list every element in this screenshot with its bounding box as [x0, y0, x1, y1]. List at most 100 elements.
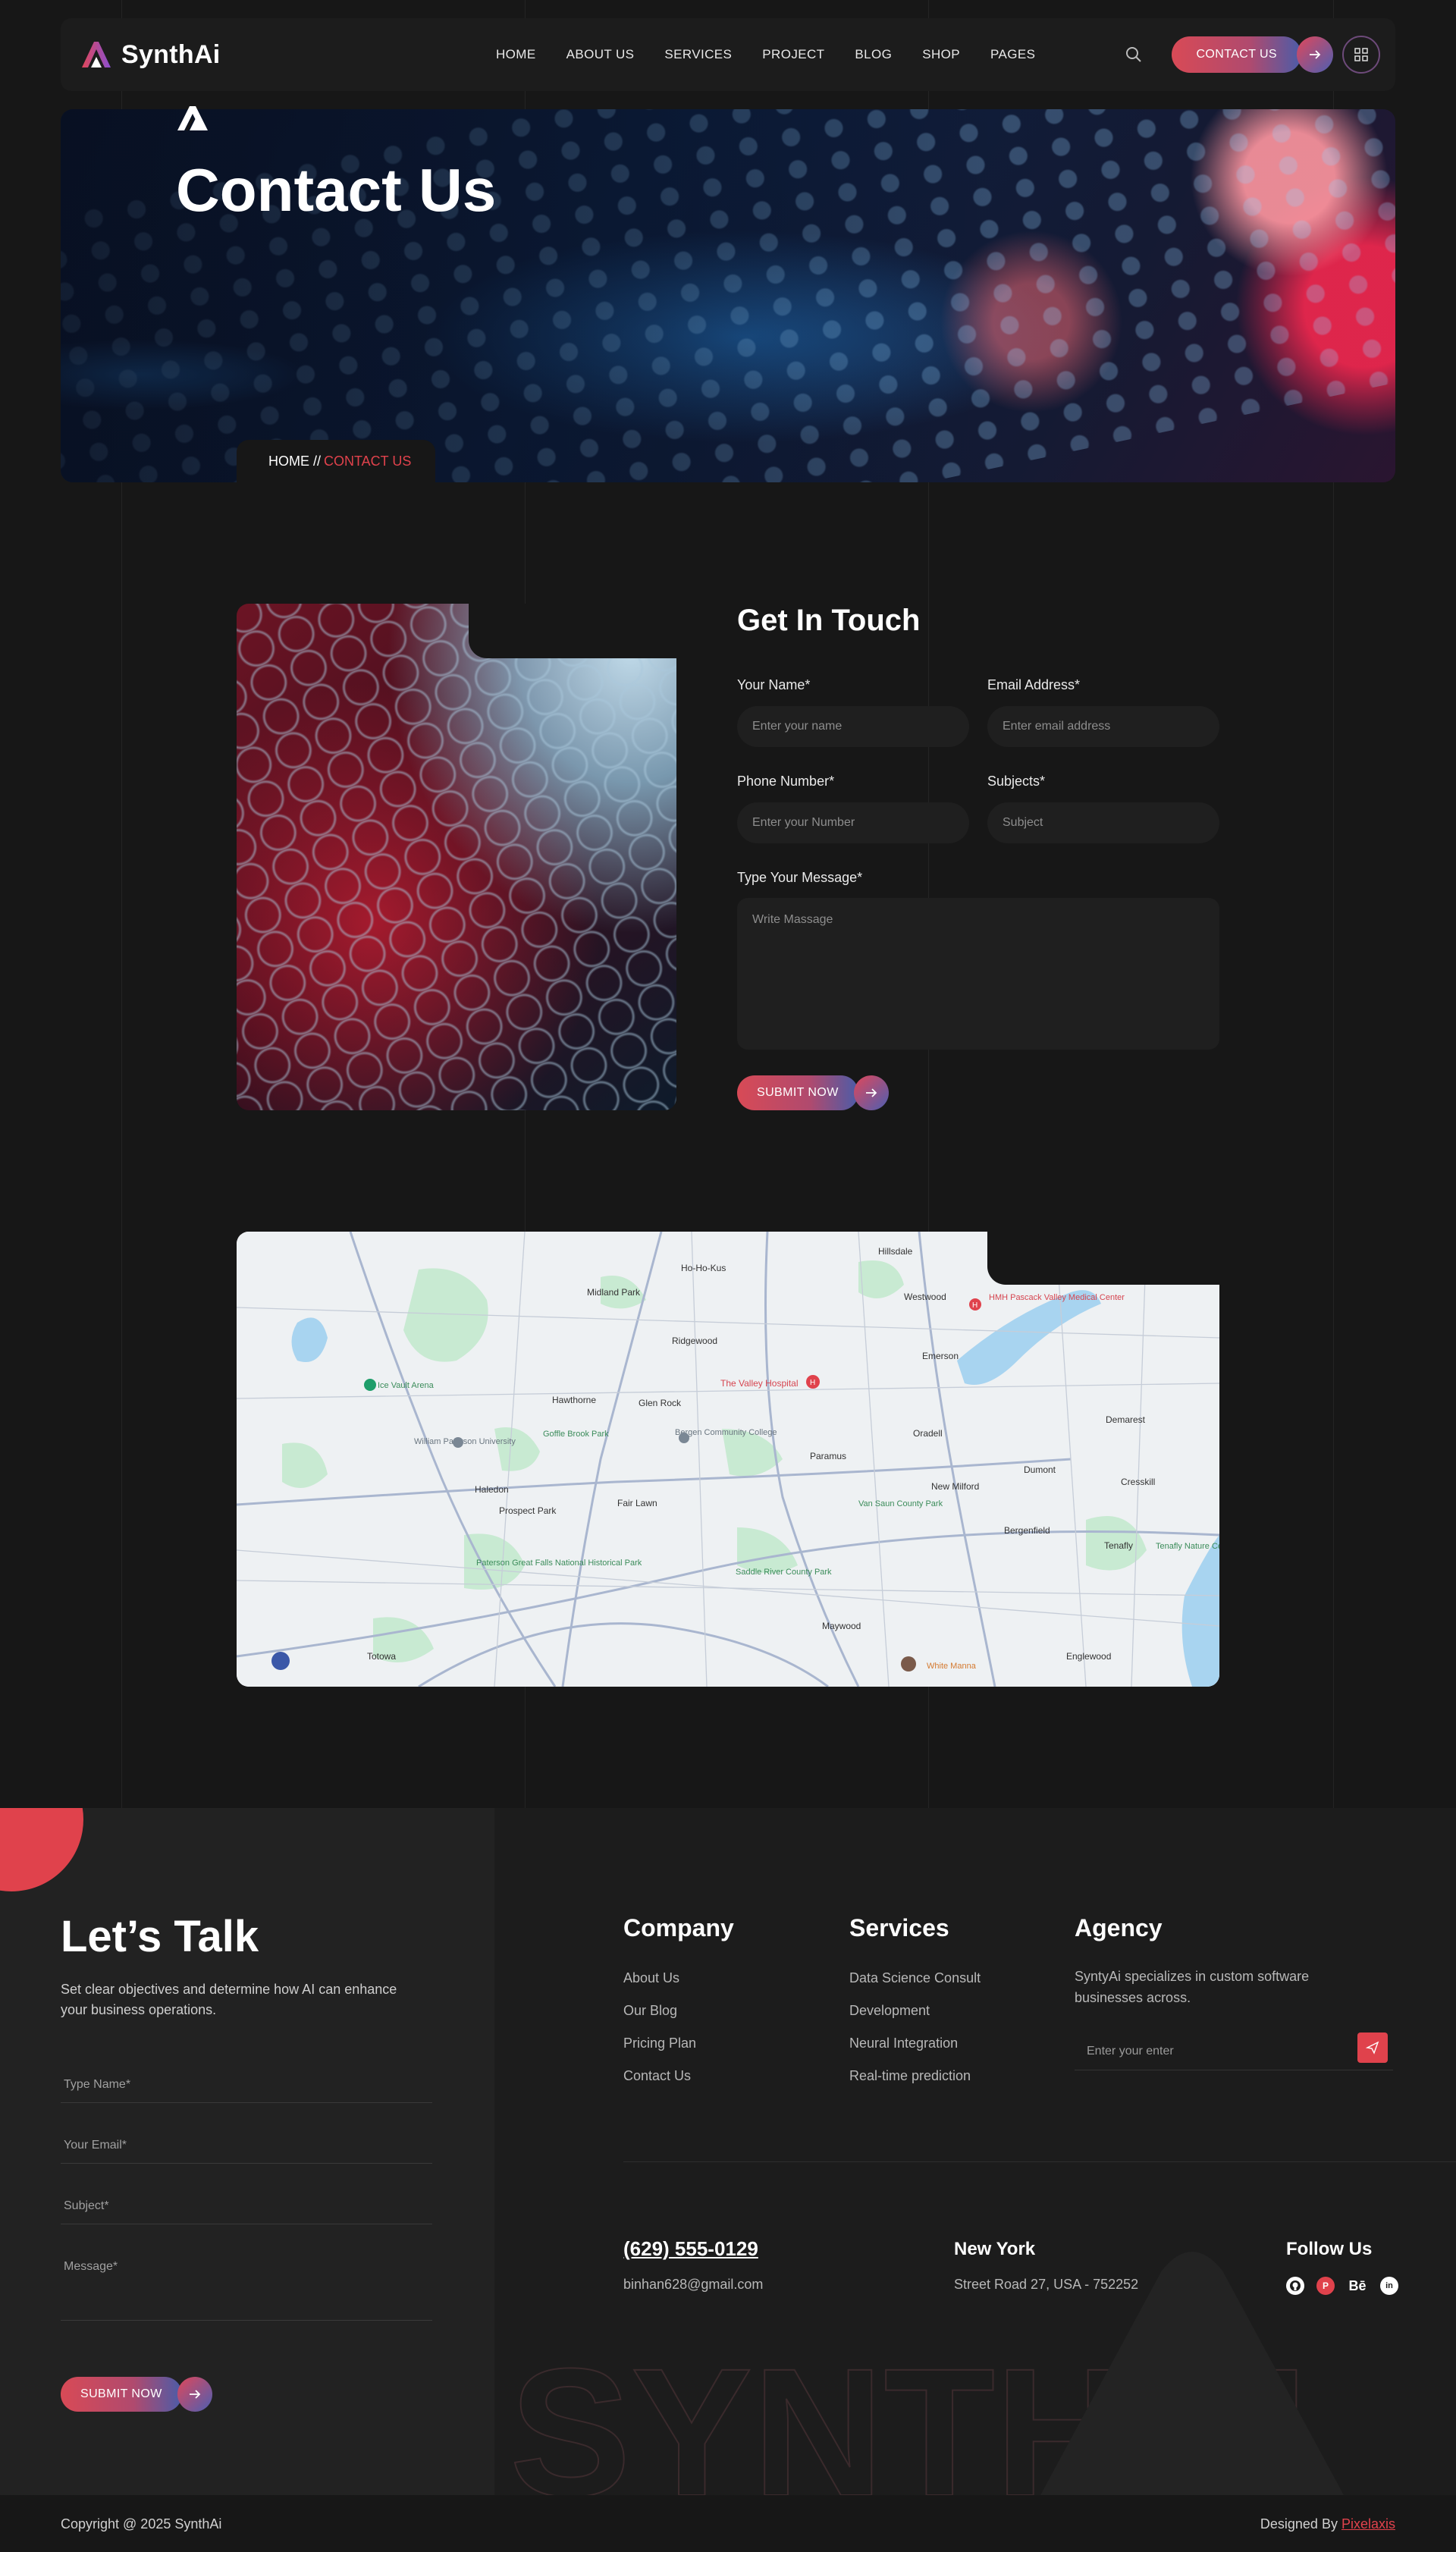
footer-link-data-science[interactable]: Data Science Consult: [849, 1970, 981, 1986]
behance-icon[interactable]: Bē: [1347, 2277, 1368, 2295]
address: Street Road 27, USA - 752252: [954, 2277, 1139, 2292]
nav-pages[interactable]: PAGES: [990, 47, 1035, 62]
map-label: Ice Vault Arena: [378, 1381, 435, 1390]
bottom-bar: Copyright @ 2025 SynthAi Designed By Pix…: [0, 2495, 1456, 2552]
message-textarea[interactable]: Write Massage: [737, 898, 1219, 1050]
logo-icon: [82, 42, 111, 67]
map-label: Ridgewood: [672, 1336, 717, 1346]
map-label: Haledon: [475, 1484, 509, 1495]
map-label: Paramus: [810, 1451, 846, 1461]
lets-talk-title: Let’s Talk: [61, 1912, 259, 1961]
linkedin-icon[interactable]: in: [1380, 2277, 1398, 2295]
map-label: Midland Park: [587, 1287, 641, 1298]
footer-link-blog[interactable]: Our Blog: [623, 2003, 677, 2019]
footer-message-field[interactable]: Message*: [61, 2260, 432, 2321]
map-label: HMH Pascack Valley Medical Center: [989, 1293, 1125, 1302]
footer-link-neural[interactable]: Neural Integration: [849, 2036, 958, 2051]
arrow-right-icon: [189, 2390, 200, 2399]
location-map[interactable]: Ho-Ho-Kus Hillsdale Midland Park Westwoo…: [237, 1232, 1219, 1687]
copyright: Copyright @ 2025 SynthAi: [61, 2516, 222, 2532]
map-label: Bergenfield: [1004, 1525, 1050, 1536]
map-label: Goffle Brook Park: [543, 1430, 609, 1439]
footer-subject-field[interactable]: Subject*: [61, 2199, 432, 2224]
map-label: The Valley Hospital: [720, 1378, 799, 1389]
services-title: Services: [849, 1914, 949, 1941]
map-label: Demarest: [1106, 1414, 1146, 1425]
github-icon[interactable]: [1286, 2277, 1304, 2295]
form-submit: SUBMIT NOW: [737, 1075, 889, 1110]
nav-blog[interactable]: BLOG: [855, 47, 892, 62]
footer-link-contact[interactable]: Contact Us: [623, 2068, 691, 2084]
map-label: Hawthorne: [552, 1395, 596, 1405]
nav-about-us[interactable]: ABOUT US: [566, 47, 635, 62]
nav-services[interactable]: SERVICES: [664, 47, 732, 62]
pinterest-icon[interactable]: P: [1316, 2277, 1335, 2295]
nav-home[interactable]: HOME: [496, 47, 536, 62]
lets-talk-text: Set clear objectives and determine how A…: [61, 1982, 397, 2017]
footer-watermark: SYNTHAI: [509, 2252, 1344, 2495]
contact-phone[interactable]: (629) 555-0129: [623, 2237, 758, 2261]
subject-label: Subjects*: [987, 774, 1046, 789]
map-label: Saddle River County Park: [736, 1568, 832, 1577]
phone-input[interactable]: Enter your Number: [737, 802, 969, 843]
subject-input[interactable]: Subject: [987, 802, 1219, 843]
agency-text: SyntyAi specializes in custom software b…: [1075, 1969, 1310, 2005]
designed-by: Designed By Pixelaxis: [1260, 2516, 1395, 2532]
email-label: Email Address*: [987, 677, 1081, 692]
newsletter-input[interactable]: Enter your enter: [1075, 2032, 1393, 2070]
menu-grid-button[interactable]: [1342, 36, 1380, 74]
map-label: Totowa: [367, 1651, 396, 1662]
header-arrow-button[interactable]: [1297, 36, 1333, 73]
designed-by-label: Designed By: [1260, 2516, 1338, 2532]
social-links: P Bē in: [1286, 2277, 1398, 2295]
submit-arrow-button[interactable]: [853, 1075, 889, 1110]
footer-link-pricing[interactable]: Pricing Plan: [623, 2036, 696, 2051]
form-title: Get In Touch: [737, 604, 921, 637]
nav-project[interactable]: PROJECT: [762, 47, 824, 62]
email-input[interactable]: Enter email address: [987, 706, 1219, 747]
map-label: Cresskill: [1121, 1477, 1155, 1487]
newsletter-send-button[interactable]: [1357, 2032, 1388, 2063]
main-nav: HOME ABOUT US SERVICES PROJECT BLOG SHOP…: [496, 18, 1035, 91]
map-label: Glen Rock: [639, 1398, 682, 1408]
map-label: Westwood: [904, 1292, 946, 1302]
footer-submit-button[interactable]: SUBMIT NOW: [61, 2377, 182, 2412]
breadcrumb: HOME // CONTACT US: [237, 440, 435, 482]
map-label: Tenafly: [1104, 1540, 1133, 1551]
footer-submit-arrow-button[interactable]: [177, 2377, 212, 2412]
map-label: Emerson: [922, 1351, 959, 1361]
map-label: White Manna: [927, 1662, 977, 1671]
phone-label: Phone Number*: [737, 774, 835, 789]
header-contact-button[interactable]: CONTACT US: [1172, 36, 1301, 73]
footer-link-realtime[interactable]: Real-time prediction: [849, 2068, 971, 2084]
map-label: New Milford: [931, 1481, 979, 1492]
map-label: Oradell: [913, 1428, 943, 1439]
submit-button[interactable]: SUBMIT NOW: [737, 1075, 858, 1110]
designer-link[interactable]: Pixelaxis: [1341, 2516, 1395, 2532]
map-label: Paterson Great Falls National Historical…: [476, 1559, 642, 1568]
footer-link-development[interactable]: Development: [849, 2003, 930, 2019]
footer-email-field[interactable]: Your Email*: [61, 2139, 432, 2164]
name-input[interactable]: Enter your name: [737, 706, 969, 747]
breadcrumb-home[interactable]: HOME //: [268, 454, 321, 469]
map-label: Van Saun County Park: [858, 1499, 943, 1508]
map-label: Prospect Park: [499, 1505, 557, 1516]
svg-text:H: H: [810, 1379, 815, 1387]
message-label: Type Your Message*: [737, 870, 863, 885]
site-header: SynthAi HOME ABOUT US SERVICES PROJECT B…: [61, 18, 1395, 91]
arrow-right-icon: [1310, 50, 1321, 59]
search-icon[interactable]: [1125, 46, 1143, 64]
map-canvas: Ho-Ho-Kus Hillsdale Midland Park Westwoo…: [237, 1232, 1219, 1687]
brand-logo[interactable]: SynthAi: [79, 40, 221, 70]
company-title: Company: [623, 1914, 734, 1941]
map-label: Fair Lawn: [617, 1498, 657, 1508]
send-icon: [1366, 2041, 1379, 2054]
footer-name-field[interactable]: Type Name*: [61, 2078, 432, 2103]
map-label: Dumont: [1024, 1464, 1056, 1475]
map-label: Bergen Community College: [675, 1428, 777, 1437]
nav-shop[interactable]: SHOP: [922, 47, 960, 62]
footer-link-about[interactable]: About Us: [623, 1970, 679, 1986]
map-label: Maywood: [822, 1621, 861, 1631]
contact-email[interactable]: binhan628@gmail.com: [623, 2277, 763, 2293]
breadcrumb-current: CONTACT US: [324, 453, 412, 469]
